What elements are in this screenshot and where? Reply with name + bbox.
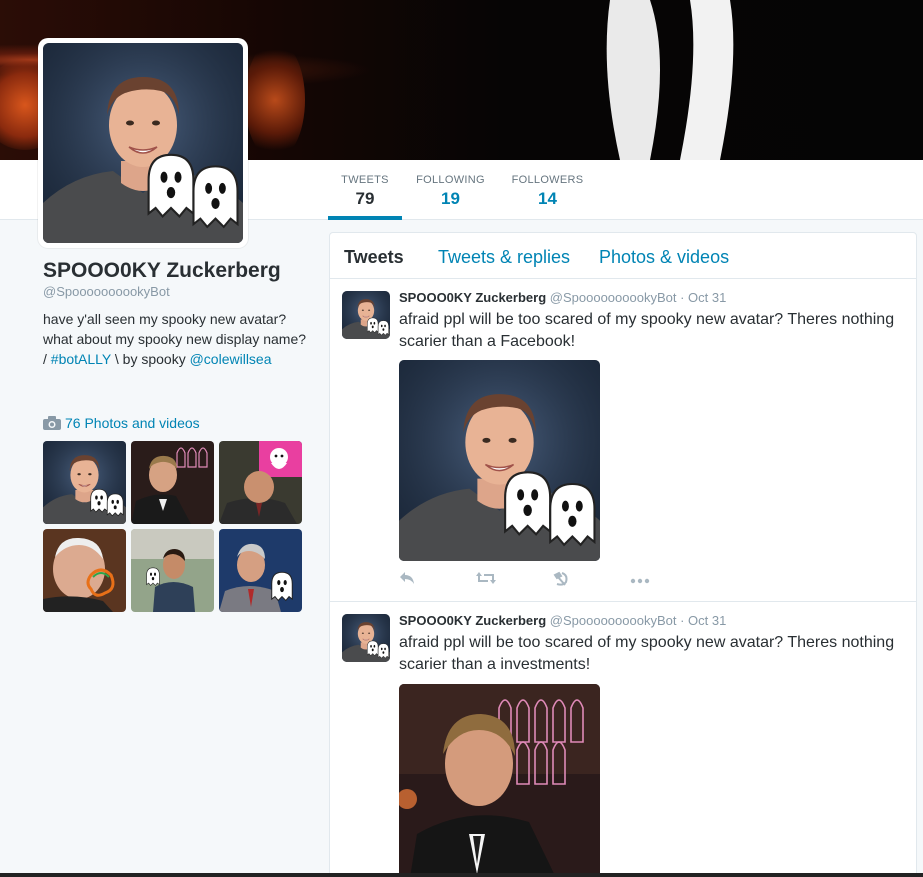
camera-icon [43,416,61,430]
photo-grid [43,441,303,612]
photo-thumbnail[interactable] [43,441,126,524]
tweet-author-handle[interactable]: @SpoooooooookyBot [550,613,677,628]
tweet-avatar[interactable] [342,291,390,339]
tab-photos-videos[interactable]: Photos & videos [599,247,729,268]
photo-thumbnail[interactable] [219,441,302,524]
tweet-media-image[interactable] [399,360,600,561]
tweet[interactable]: SPOOO0KY Zuckerberg @SpoooooooookyBot · … [330,279,916,602]
tweet-author-name[interactable]: SPOOO0KY Zuckerberg [399,613,546,628]
tweet-author-name[interactable]: SPOOO0KY Zuckerberg [399,290,546,305]
tweet-text: afraid ppl will be too scared of my spoo… [399,634,895,673]
timeline-tabs: Tweets Tweets & replies Photos & videos [330,233,916,279]
bottom-edge [0,873,923,877]
stat-followers[interactable]: FOLLOWERS 14 [510,160,585,220]
retweet-icon[interactable] [476,571,553,589]
bio-mention-link[interactable]: @colewillsea [190,351,272,367]
tweet-actions [399,571,707,589]
tweet[interactable]: SPOOO0KY Zuckerberg @SpoooooooookyBot · … [330,602,916,877]
avatar-image [43,43,243,243]
photos-link-label: 76 Photos and videos [65,415,200,431]
tweet-header: SPOOO0KY Zuckerberg @SpoooooooookyBot · … [399,613,726,628]
tab-tweets-replies[interactable]: Tweets & replies [438,247,570,268]
stat-value: 14 [538,189,557,208]
banner-collar-graphic [606,0,734,160]
photo-thumbnail[interactable] [43,529,126,612]
stat-label: TWEETS [341,174,389,186]
timeline: Tweets Tweets & replies Photos & videos … [329,232,917,877]
tweet-avatar[interactable] [342,614,390,662]
stat-label: FOLLOWERS [511,174,584,186]
stat-tweets[interactable]: TWEETS 79 [328,160,402,220]
stat-value: 79 [355,189,375,208]
photo-thumbnail[interactable] [131,441,214,524]
banner-flame [245,40,305,160]
tweet-timestamp[interactable]: · Oct 31 [680,613,726,628]
tweet-header: SPOOO0KY Zuckerberg @SpoooooooookyBot · … [399,290,726,305]
photos-videos-link[interactable]: 76 Photos and videos [43,415,200,431]
reply-icon[interactable] [399,571,476,589]
stat-label: FOLLOWING [416,174,485,186]
tweet-media-image[interactable] [399,684,600,877]
bio-hashtag-link[interactable]: #botALLY [51,351,111,367]
photo-thumbnail[interactable] [219,529,302,612]
stat-value: 19 [441,189,460,208]
stat-following[interactable]: FOLLOWING 19 [413,160,488,220]
tab-tweets[interactable]: Tweets [344,247,404,268]
profile-avatar[interactable] [38,38,248,248]
profile-bio: have y'all seen my spooky new avatar? wh… [43,309,308,369]
profile-handle[interactable]: @SpoooooooookyBot [43,284,170,299]
tweet-text: afraid ppl will be too scared of my spoo… [399,311,895,350]
bio-text: \ by spooky [111,351,190,367]
tweet-timestamp[interactable]: · Oct 31 [680,290,726,305]
hammer-sickle-icon[interactable] [553,571,630,589]
more-icon[interactable] [630,571,707,589]
profile-name: SPOOO0KY Zuckerberg [43,259,281,282]
tweet-author-handle[interactable]: @SpoooooooookyBot [550,290,677,305]
photo-thumbnail[interactable] [131,529,214,612]
